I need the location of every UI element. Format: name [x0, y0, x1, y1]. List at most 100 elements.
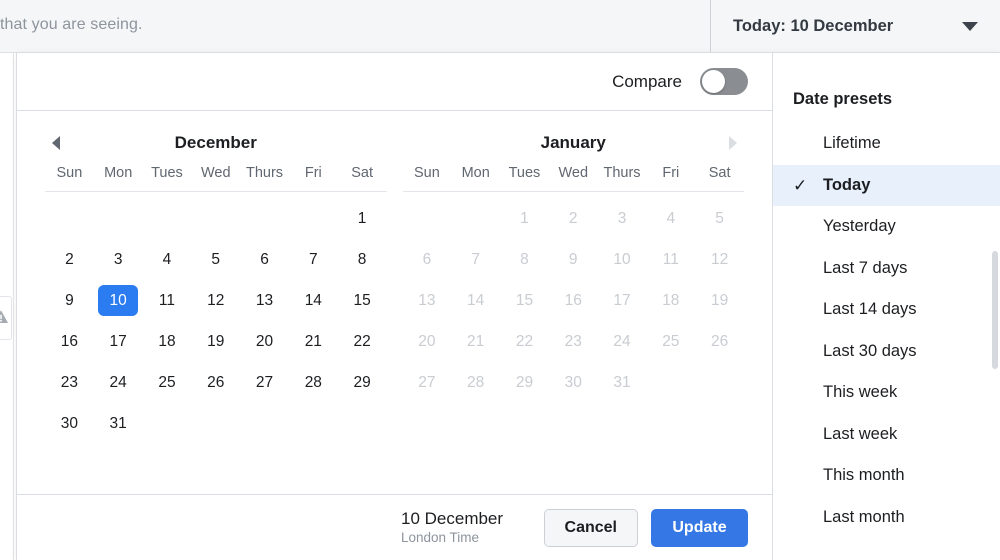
prev-month-button[interactable] [45, 132, 67, 154]
preset-item[interactable]: This week [773, 372, 1000, 414]
day-cell: 4 [646, 198, 695, 239]
day-cell: 11 [646, 239, 695, 280]
day-cell[interactable]: 24 [94, 362, 143, 403]
day-cell: 8 [500, 239, 549, 280]
day-cell: 10 [598, 239, 647, 280]
day-cell: 20 [403, 321, 452, 362]
preset-item[interactable]: Yesterday [773, 206, 1000, 248]
day-number: 10 [613, 251, 631, 268]
day-cell[interactable]: 4 [143, 239, 192, 280]
day-cell[interactable]: 20 [240, 321, 289, 362]
update-button[interactable]: Update [651, 508, 748, 547]
preset-item[interactable]: Last 30 days [773, 331, 1000, 373]
day-number: 16 [564, 292, 582, 309]
day-grid-december: 1 2 3 4 5 6 7 8 9 10 11 12 13 14 15 16 17 18 19 20 21 22 23 24 2… [45, 198, 387, 444]
day-cell[interactable]: 17 [94, 321, 143, 362]
weekday-mon: Mon [104, 165, 133, 181]
compare-toggle-knob [702, 70, 725, 93]
day-cell[interactable]: 14 [289, 280, 338, 321]
preset-item-label: Last 30 days [823, 341, 917, 360]
day-number: 14 [304, 292, 322, 309]
day-cell[interactable]: 28 [289, 362, 338, 403]
day-cell: 15 [500, 280, 549, 321]
day-number: 20 [418, 333, 436, 350]
preset-item[interactable]: Last month [773, 497, 1000, 539]
preset-item[interactable]: Last 14 days [773, 289, 1000, 331]
day-cell: 29 [500, 362, 549, 403]
day-cell[interactable]: 18 [143, 321, 192, 362]
day-cell[interactable]: 21 [289, 321, 338, 362]
compare-toggle[interactable] [700, 68, 748, 95]
presets-scrollbar[interactable] [990, 53, 999, 560]
day-number: 5 [715, 210, 724, 227]
selected-date-label: 10 December [401, 509, 504, 528]
day-number: 31 [109, 415, 127, 432]
day-grid-january: 1 2 3 4 5 6 7 8 9 10 11 12 13 14 15 16 17 18 19 20 21 22 23 24 2… [403, 198, 745, 403]
day-number: 6 [422, 251, 432, 268]
weekday-fri: Fri [304, 165, 322, 181]
day-number: 30 [564, 374, 582, 391]
day-cell: 22 [500, 321, 549, 362]
day-cell[interactable]: 9 [45, 280, 94, 321]
preset-item[interactable]: Last week [773, 414, 1000, 456]
day-cell[interactable]: 26 [191, 362, 240, 403]
day-number: 3 [617, 210, 627, 227]
day-cell: 28 [451, 362, 500, 403]
day-number: 15 [515, 292, 534, 309]
preset-item-label: Yesterday [823, 217, 896, 236]
month-header-spacer [365, 132, 387, 154]
day-cell[interactable]: 27 [240, 362, 289, 403]
day-cell[interactable]: 10 [94, 280, 143, 321]
day-number: 22 [515, 333, 534, 350]
day-cell[interactable]: 16 [45, 321, 94, 362]
warning-triangle-icon [0, 310, 8, 323]
day-cell[interactable]: 13 [240, 280, 289, 321]
presets-scrollbar-thumb[interactable] [992, 251, 998, 369]
chevron-left-icon [52, 136, 60, 150]
preset-item[interactable]: ✓ Today [773, 164, 1000, 206]
preset-item[interactable]: This month [773, 455, 1000, 497]
day-cell: 21 [451, 321, 500, 362]
day-cell[interactable]: 2 [45, 239, 94, 280]
day-number: 22 [353, 333, 371, 350]
preset-item[interactable]: Lifetime [773, 123, 1000, 165]
day-cell[interactable]: 5 [191, 239, 240, 280]
day-cell[interactable]: 19 [191, 321, 240, 362]
day-cell[interactable]: 30 [45, 403, 94, 444]
day-cell[interactable]: 23 [45, 362, 94, 403]
day-cell[interactable]: 29 [338, 362, 387, 403]
preset-item-label: This week [823, 383, 898, 402]
next-month-button[interactable] [722, 132, 744, 154]
day-number: 14 [467, 292, 485, 309]
day-cell[interactable]: 25 [143, 362, 192, 403]
day-cell[interactable]: 3 [94, 239, 143, 280]
day-cell[interactable]: 7 [289, 239, 338, 280]
weekday-thurs: Thurs [245, 165, 284, 181]
day-number: 19 [207, 333, 225, 350]
weekday-sun: Sun [56, 165, 83, 181]
cancel-button[interactable]: Cancel [543, 508, 638, 547]
date-presets-list: Lifetime ✓ Today Yesterday Last 7 days Last 1… [773, 123, 1000, 538]
weekday-row-december: Sun Mon Tues Wed Thurs Fri Sat [45, 165, 387, 192]
day-cell[interactable]: 11 [143, 280, 192, 321]
day-cell[interactable]: 31 [94, 403, 143, 444]
day-cell[interactable]: 6 [240, 239, 289, 280]
day-cell[interactable]: 8 [338, 239, 387, 280]
day-cell[interactable]: 15 [338, 280, 387, 321]
day-number: 28 [467, 374, 485, 391]
day-number: 9 [568, 251, 578, 268]
day-number: 29 [515, 374, 534, 391]
preset-item[interactable]: Last 7 days [773, 248, 1000, 290]
date-range-trigger[interactable]: Today: 10 December [710, 0, 1000, 53]
day-cell[interactable]: 1 [338, 198, 387, 239]
day-cell: 13 [403, 280, 452, 321]
day-cell[interactable]: 22 [338, 321, 387, 362]
date-presets-pane: Date presets Lifetime ✓ Today Yesterday Last… [773, 53, 1000, 560]
day-cell: 14 [451, 280, 500, 321]
day-cell[interactable]: 12 [191, 280, 240, 321]
month-title-december: December [174, 133, 257, 152]
date-range-trigger-label: Today: 10 December [733, 16, 894, 35]
warning-card [0, 296, 12, 340]
day-cell: 1 [500, 198, 549, 239]
screen-root: that you are seeing. Today: 10 December … [0, 0, 1000, 560]
